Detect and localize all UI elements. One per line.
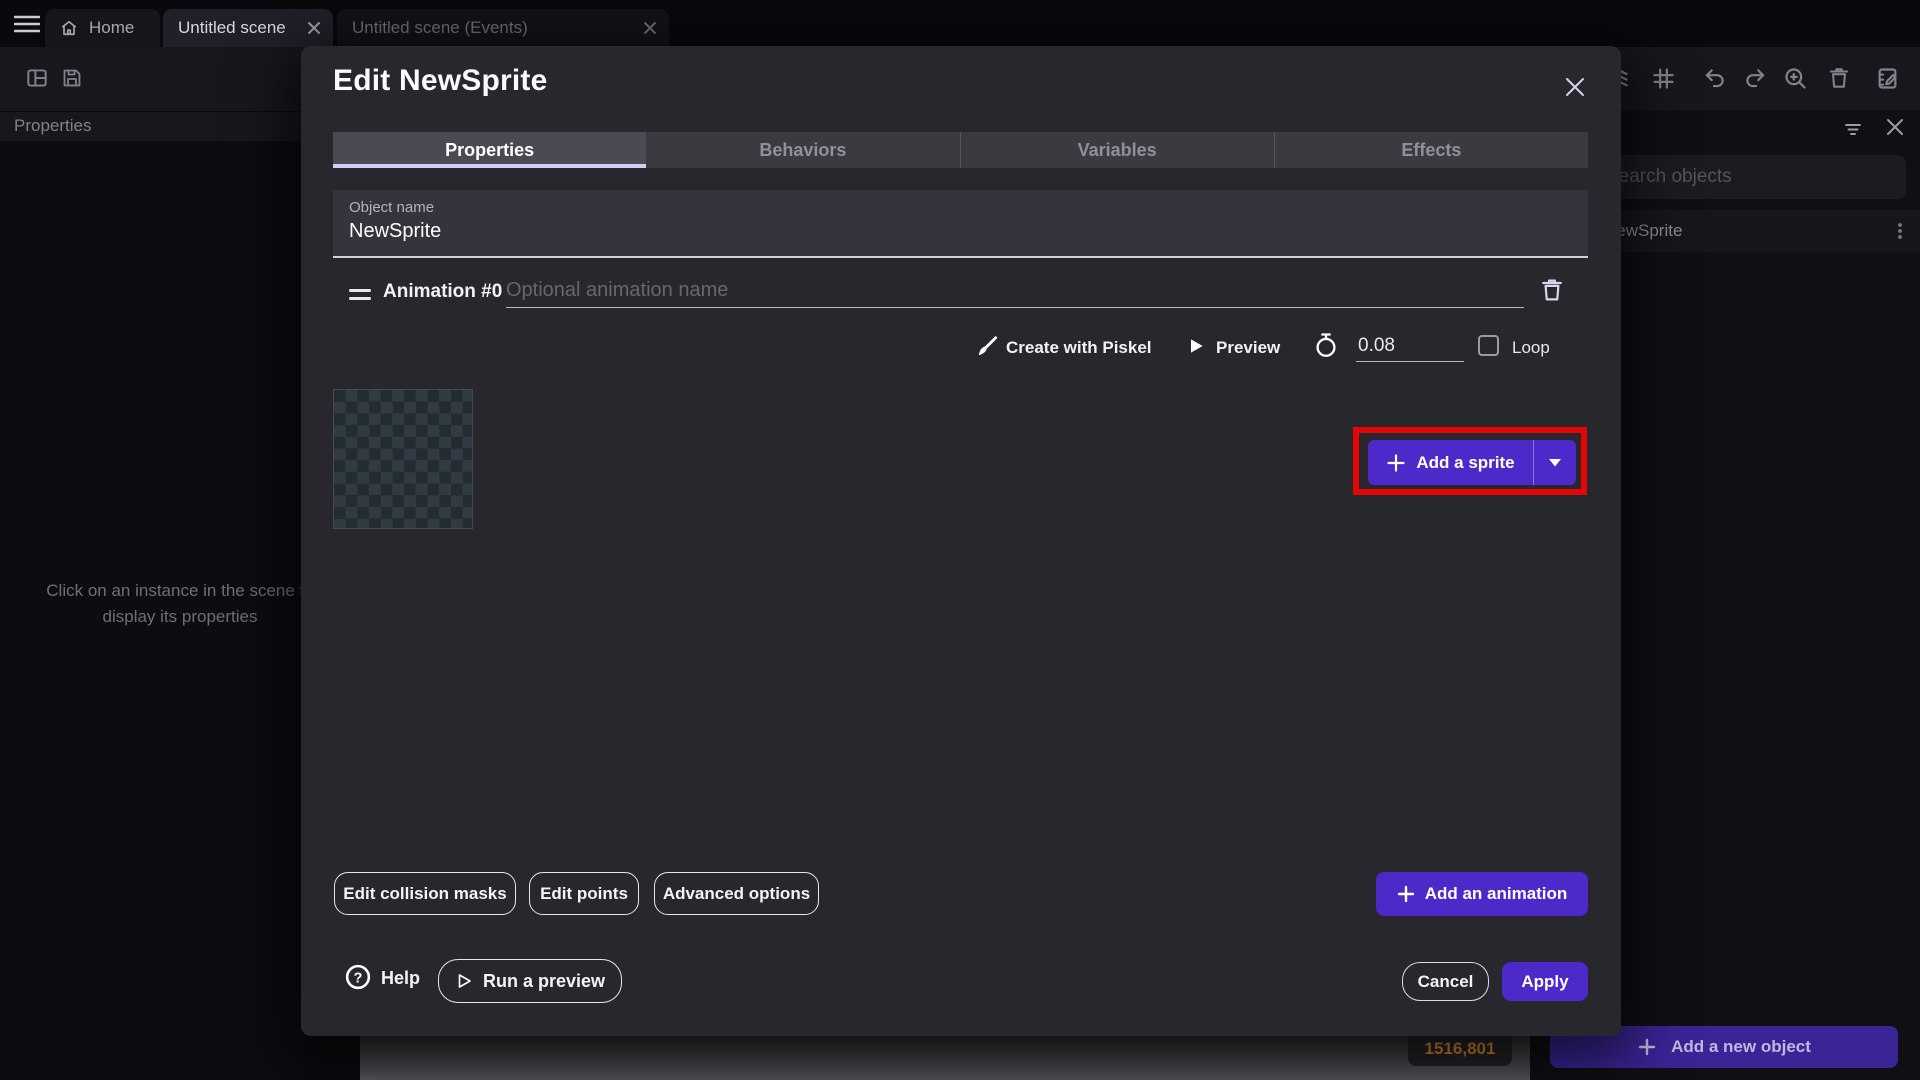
add-sprite-label: Add a sprite: [1416, 453, 1514, 473]
properties-empty-message: Click on an instance in the scene to dis…: [10, 578, 350, 630]
chevron-down-icon: [1549, 459, 1561, 467]
properties-panel-title: Properties: [14, 116, 91, 136]
animation-name-input[interactable]: [506, 274, 1524, 308]
home-icon: [59, 18, 79, 38]
tab-scene-label: Untitled scene: [178, 18, 286, 38]
zoom-in-icon[interactable]: [1782, 65, 1809, 92]
tab-effects-label: Effects: [1401, 140, 1461, 161]
object-name-field[interactable]: Object name: [333, 190, 1588, 258]
add-animation-button[interactable]: Add an animation: [1376, 872, 1588, 916]
tab-home[interactable]: Home: [45, 9, 160, 47]
redo-icon[interactable]: [1742, 66, 1768, 92]
plus-icon: [1637, 1037, 1657, 1057]
tab-behaviors-label: Behaviors: [759, 140, 846, 161]
cursor-coordinates: 1516,801: [1408, 1039, 1512, 1059]
annotation-highlight-box: Add a sprite: [1353, 427, 1587, 495]
tab-variables-label: Variables: [1078, 140, 1157, 161]
cancel-label: Cancel: [1418, 972, 1474, 992]
sprite-thumbnail-placeholder[interactable]: [333, 389, 473, 529]
drag-handle-icon[interactable]: [349, 289, 371, 301]
tab-variables[interactable]: Variables: [960, 132, 1274, 168]
advanced-options-label: Advanced options: [663, 884, 810, 904]
close-tab-icon[interactable]: [643, 21, 657, 35]
undo-icon[interactable]: [1702, 66, 1728, 92]
tab-events-label: Untitled scene (Events): [352, 18, 528, 38]
add-new-object-label: Add a new object: [1671, 1037, 1811, 1057]
save-icon[interactable]: [60, 66, 84, 90]
delete-animation-icon[interactable]: [1538, 276, 1566, 304]
object-name-field-label: Object name: [349, 199, 434, 216]
grid-icon[interactable]: [1650, 65, 1677, 92]
add-sprite-dropdown-button[interactable]: [1533, 440, 1576, 485]
properties-empty-message-line2: display its properties: [10, 604, 350, 630]
dialog-title: Edit NewSprite: [333, 64, 548, 98]
play-outline-icon: [455, 972, 473, 990]
plus-icon: [1386, 453, 1406, 473]
edit-points-button[interactable]: Edit points: [529, 872, 639, 915]
app-root: Home Untitled scene Untitled scene (Even…: [0, 0, 1920, 1080]
help-icon[interactable]: ?: [344, 963, 372, 991]
add-animation-label: Add an animation: [1425, 884, 1568, 904]
run-preview-label: Run a preview: [483, 971, 605, 992]
scene-canvas[interactable]: [360, 1036, 1530, 1080]
close-tab-icon[interactable]: [307, 21, 321, 35]
advanced-options-button[interactable]: Advanced options: [654, 872, 819, 915]
filter-icon[interactable]: [1841, 117, 1865, 141]
preview-button[interactable]: Preview: [1216, 338, 1280, 358]
edit-sprite-dialog: Edit NewSprite Properties Behaviors Vari…: [301, 46, 1621, 1036]
dialog-tab-bar: Properties Behaviors Variables Effects: [333, 132, 1588, 168]
hamburger-menu-icon[interactable]: [14, 15, 40, 33]
layout-panels-icon[interactable]: [24, 65, 50, 91]
plus-icon: [1397, 885, 1415, 903]
tab-home-label: Home: [89, 18, 134, 38]
add-sprite-button[interactable]: Add a sprite: [1368, 440, 1533, 485]
edit-collision-masks-button[interactable]: Edit collision masks: [334, 872, 516, 915]
trash-icon[interactable]: [1826, 65, 1852, 91]
tab-properties[interactable]: Properties: [333, 132, 646, 168]
cancel-button[interactable]: Cancel: [1402, 962, 1489, 1001]
apply-label: Apply: [1521, 972, 1568, 992]
properties-empty-message-line1: Click on an instance in the scene to: [10, 578, 350, 604]
tab-properties-label: Properties: [445, 140, 534, 161]
animation-label: Animation #0: [383, 281, 502, 303]
kebab-menu-icon[interactable]: [1888, 219, 1912, 243]
scene-notes-icon[interactable]: [1874, 65, 1901, 92]
svg-text:?: ?: [354, 970, 363, 986]
play-icon: [1186, 336, 1206, 356]
time-between-frames-input[interactable]: [1356, 330, 1464, 362]
tab-untitled-scene-events[interactable]: Untitled scene (Events): [337, 9, 669, 47]
create-with-piskel-button[interactable]: Create with Piskel: [1006, 338, 1152, 358]
object-name-input[interactable]: [349, 220, 1549, 243]
apply-button[interactable]: Apply: [1502, 962, 1588, 1001]
close-dialog-icon[interactable]: [1558, 70, 1592, 104]
top-tab-bar: Home Untitled scene Untitled scene (Even…: [0, 0, 1920, 47]
close-panel-icon[interactable]: [1884, 116, 1906, 138]
loop-checkbox[interactable]: [1478, 335, 1499, 356]
stopwatch-icon: [1312, 331, 1340, 359]
tab-behaviors[interactable]: Behaviors: [646, 132, 959, 168]
tab-untitled-scene[interactable]: Untitled scene: [163, 9, 333, 47]
brush-icon: [974, 334, 1000, 360]
loop-label: Loop: [1512, 338, 1550, 358]
add-sprite-split-button: Add a sprite: [1368, 440, 1576, 485]
help-button[interactable]: Help: [381, 968, 420, 989]
tab-effects[interactable]: Effects: [1274, 132, 1588, 168]
edit-points-label: Edit points: [540, 884, 628, 904]
search-objects-input[interactable]: [1596, 155, 1906, 199]
run-preview-button[interactable]: Run a preview: [438, 959, 622, 1003]
edit-collision-masks-label: Edit collision masks: [343, 884, 506, 904]
